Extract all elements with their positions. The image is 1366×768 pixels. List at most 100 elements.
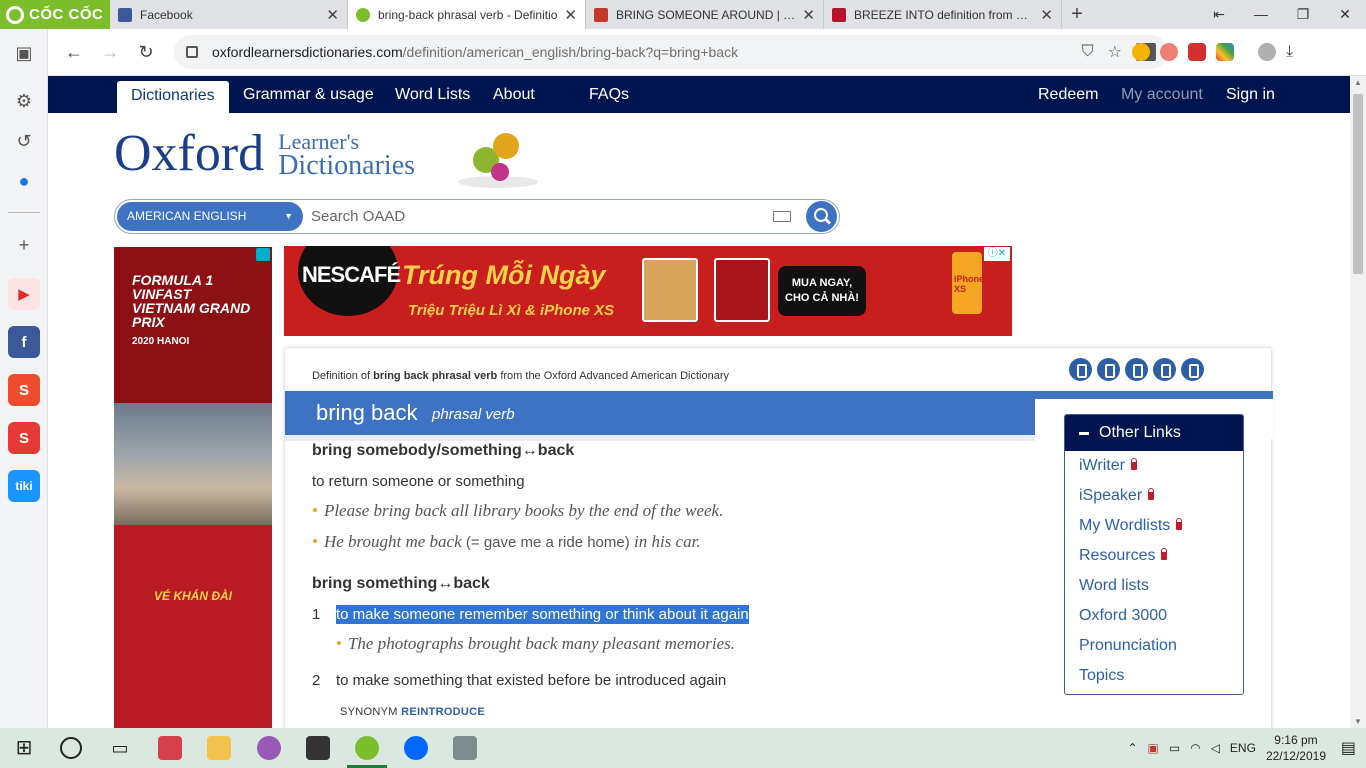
tab-facebook[interactable]: Facebook ✕: [110, 0, 348, 29]
close-tab-icon[interactable]: ✕: [1040, 6, 1053, 24]
address-bar[interactable]: oxfordlearnersdictionaries.com/definitio…: [174, 35, 1168, 69]
forward-icon[interactable]: →: [92, 42, 128, 63]
link-oxford-3000[interactable]: Oxford 3000: [1079, 607, 1167, 625]
profile-avatar[interactable]: [1258, 43, 1276, 61]
synonym-link[interactable]: REINTRODUCE: [401, 706, 485, 718]
ad-close-icon[interactable]: ⓘ✕: [984, 247, 1010, 261]
new-tab-button[interactable]: +: [1062, 0, 1092, 29]
tray-app-icon[interactable]: ▣: [1148, 741, 1159, 755]
close-window-icon[interactable]: ✕: [1324, 0, 1366, 29]
coccoc-logo-icon: [6, 5, 24, 24]
color-extension-icon[interactable]: [1216, 43, 1234, 61]
page-scrollbar[interactable]: ▲ ▼: [1350, 76, 1366, 728]
nav-my-account[interactable]: My account: [1121, 76, 1203, 113]
scroll-thumb[interactable]: [1353, 94, 1363, 274]
tab-breeze-into[interactable]: BREEZE INTO definition from Mac ✕: [824, 0, 1062, 29]
system-tray: ⌃ ▣ ▭ ◠ ◁ ENG 9:16 pm 22/12/2019: [1127, 728, 1326, 768]
app-icon-1[interactable]: [158, 736, 182, 760]
definition-1: to return someone or something: [312, 473, 525, 490]
app-icon-3[interactable]: [306, 736, 330, 760]
facebook-share-icon[interactable]: [1069, 358, 1092, 381]
notifications-icon[interactable]: ▤: [1341, 738, 1356, 758]
ad-nescafe[interactable]: NESCAFÉ Trúng Mỗi Ngày Triệu Triệu Lì Xì…: [284, 246, 1012, 336]
wifi-icon[interactable]: ◠: [1190, 741, 1200, 755]
downloads-icon[interactable]: ⤓: [1286, 43, 1293, 61]
history-icon[interactable]: ↺: [8, 125, 40, 157]
clock[interactable]: 9:16 pm 22/12/2019: [1266, 732, 1326, 764]
nav-word-lists[interactable]: Word Lists: [395, 76, 470, 113]
search-icon[interactable]: [60, 737, 82, 759]
task-view-icon[interactable]: ▭: [108, 736, 132, 760]
link-pronunciation[interactable]: Pronunciation: [1079, 637, 1177, 655]
link-topics[interactable]: Topics: [1079, 667, 1124, 685]
close-tab-icon[interactable]: ✕: [564, 6, 577, 24]
facebook-icon[interactable]: f: [8, 326, 40, 358]
close-tab-icon[interactable]: ✕: [326, 6, 339, 24]
volume-icon[interactable]: ◁: [1211, 741, 1220, 755]
scroll-up-icon[interactable]: ▲: [1350, 78, 1366, 87]
browser-toolbar: ← → ↻ oxfordlearnersdictionaries.com/def…: [48, 29, 1366, 76]
adblock-icon[interactable]: [1160, 43, 1178, 61]
adchoices-icon[interactable]: [256, 248, 270, 261]
ad-formula1[interactable]: FORMULA 1 VINFAST VIETNAM GRAND PRIX 202…: [114, 247, 272, 728]
add-app-icon[interactable]: +: [8, 229, 40, 261]
keyboard-icon[interactable]: [773, 211, 791, 222]
logo-subtitle: Learner's Dictionaries: [278, 130, 415, 180]
nav-faqs[interactable]: FAQs: [589, 76, 629, 113]
url-path: /definition/american_english/bring-back?…: [402, 44, 739, 60]
stumbleupon-share-icon[interactable]: [1125, 358, 1148, 381]
search-button[interactable]: [806, 201, 837, 232]
link-resources[interactable]: Resources: [1079, 547, 1168, 565]
app-icon-4[interactable]: [453, 736, 477, 760]
shield-icon[interactable]: ⛉: [1082, 43, 1094, 61]
nav-dictionaries[interactable]: Dictionaries: [117, 81, 229, 113]
hi5-share-icon[interactable]: [1153, 358, 1176, 381]
bookmark-star-icon[interactable]: ☆: [1108, 42, 1122, 62]
email-share-icon[interactable]: [1181, 358, 1204, 381]
messenger-icon[interactable]: ●: [8, 165, 40, 197]
sendo-icon[interactable]: S: [8, 422, 40, 454]
link-iwriter[interactable]: iWriter: [1079, 457, 1137, 475]
battery-icon[interactable]: ▭: [1169, 741, 1180, 755]
link-word-lists[interactable]: Word lists: [1079, 577, 1149, 595]
tab-title: BRING SOMEONE AROUND | Định: [616, 7, 797, 22]
nav-about[interactable]: About: [493, 76, 535, 113]
oxford-logo[interactable]: Oxford Learner's Dictionaries: [114, 128, 415, 180]
back-icon[interactable]: ←: [56, 42, 92, 63]
search-input[interactable]: Search OAAD: [311, 200, 405, 233]
restore-icon[interactable]: ❐: [1282, 0, 1324, 29]
chevron-up-icon[interactable]: ⌃: [1127, 741, 1137, 755]
link-ispeaker[interactable]: iSpeaker: [1079, 487, 1155, 505]
share-buttons: [1069, 358, 1204, 381]
scroll-down-icon[interactable]: ▼: [1350, 717, 1366, 726]
link-my-wordlists[interactable]: My Wordlists: [1079, 517, 1183, 535]
sidebar-toggle-icon[interactable]: ▣: [8, 37, 40, 69]
nav-redeem[interactable]: Redeem: [1038, 76, 1098, 113]
app-icon-2[interactable]: [257, 736, 281, 760]
nav-sign-in[interactable]: Sign in: [1226, 76, 1275, 113]
language-indicator[interactable]: ENG: [1230, 741, 1256, 755]
tab-search-icon[interactable]: ⇤: [1198, 0, 1240, 29]
nav-grammar-usage[interactable]: Grammar & usage: [243, 76, 374, 113]
windows-start-icon[interactable]: ⊞: [12, 736, 36, 760]
close-tab-icon[interactable]: ✕: [802, 6, 815, 24]
youtube-icon[interactable]: ▶: [8, 278, 40, 310]
definition-2: to make someone remember something or th…: [336, 605, 749, 624]
entry-source: Definition of bring back phrasal verb fr…: [312, 370, 729, 382]
zalo-icon[interactable]: [404, 736, 428, 760]
settings-gear-icon[interactable]: ⚙: [8, 85, 40, 117]
minimize-icon[interactable]: —: [1240, 0, 1282, 29]
tab-bring-someone-around[interactable]: BRING SOMEONE AROUND | Định ✕: [586, 0, 824, 29]
shopee-icon[interactable]: S: [8, 374, 40, 406]
file-explorer-icon[interactable]: [207, 736, 231, 760]
chrome-extension-icon[interactable]: [1132, 43, 1150, 61]
tiki-icon[interactable]: tiki: [8, 470, 40, 502]
language-select[interactable]: AMERICAN ENGLISH ▼: [117, 202, 303, 231]
other-links-header[interactable]: Other Links: [1065, 415, 1243, 451]
red-extension-icon[interactable]: [1188, 43, 1206, 61]
coccoc-brand[interactable]: CỐC CỐC: [0, 0, 110, 29]
coccoc-taskbar-icon[interactable]: [355, 736, 379, 760]
twitter-share-icon[interactable]: [1097, 358, 1120, 381]
tab-bring-back[interactable]: bring-back phrasal verb - Definitio ✕: [348, 0, 586, 29]
reload-icon[interactable]: ↻: [128, 42, 164, 63]
